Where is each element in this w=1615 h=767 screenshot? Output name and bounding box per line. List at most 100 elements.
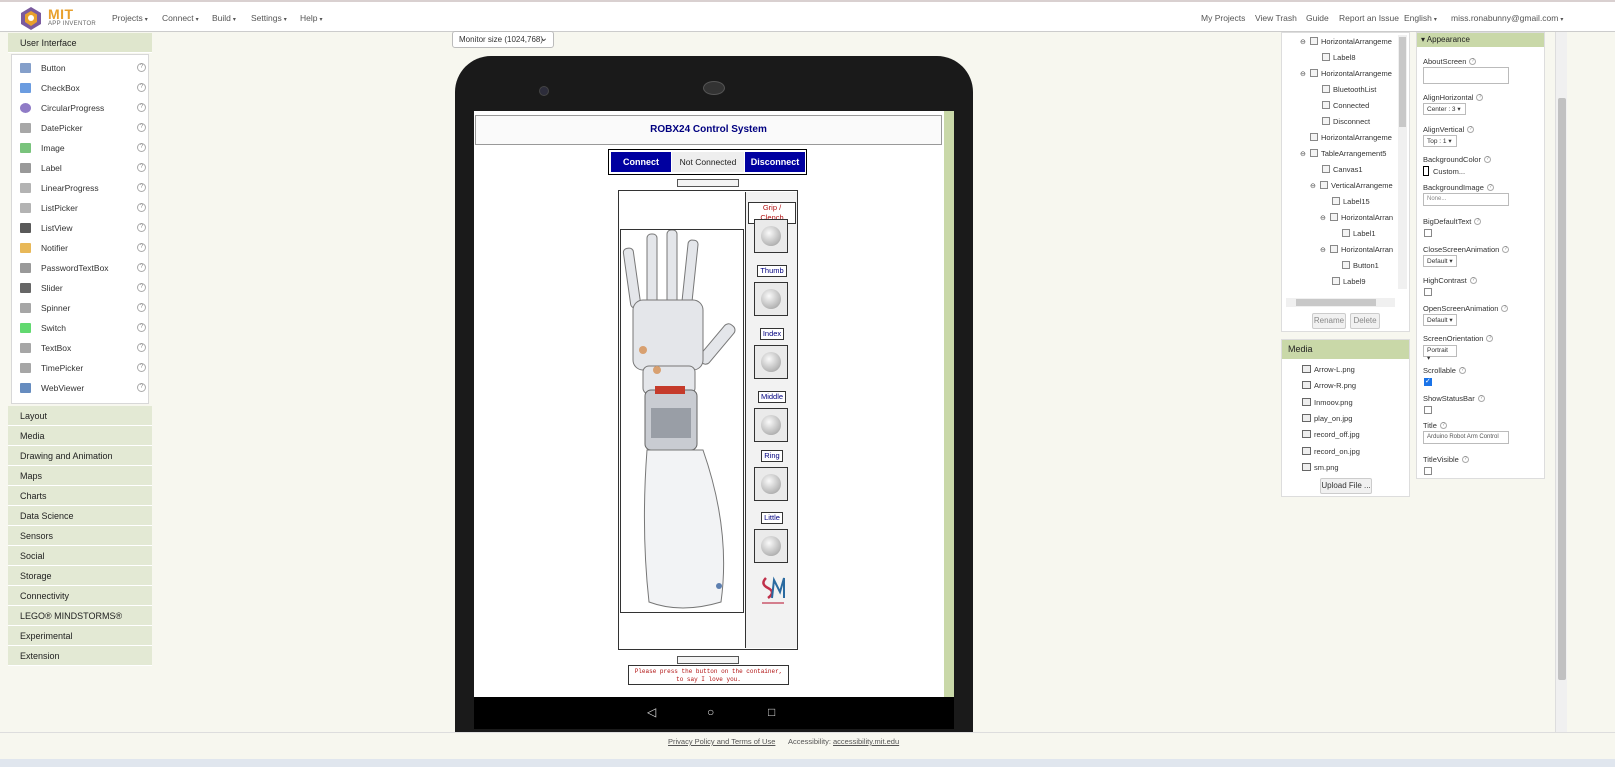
help-icon[interactable]: ? <box>137 203 146 212</box>
help-icon[interactable]: ? <box>137 163 146 172</box>
help-icon[interactable]: ? <box>137 143 146 152</box>
media-file[interactable]: sm.png <box>1302 462 1339 472</box>
upload-file-button[interactable]: Upload File ... <box>1320 478 1372 494</box>
link-guide[interactable]: Guide <box>1306 13 1329 23</box>
palette-item-linearprogress[interactable]: LinearProgress? <box>20 180 146 196</box>
category-maps[interactable]: Maps <box>8 466 152 486</box>
accessibility-link[interactable]: accessibility.mit.edu <box>833 737 899 746</box>
tree-node[interactable]: Canvas1 <box>1312 165 1363 177</box>
link-my-projects[interactable]: My Projects <box>1201 13 1245 23</box>
category-sensors[interactable]: Sensors <box>8 526 152 546</box>
title-input[interactable]: Arduino Robot Arm Control <box>1423 431 1509 444</box>
media-file[interactable]: Arrow-R.png <box>1302 381 1356 390</box>
palette-item-circularprogress[interactable]: CircularProgress? <box>20 100 146 116</box>
properties-section-appearance[interactable]: ▾ Appearance <box>1417 33 1544 47</box>
help-icon[interactable]: ? <box>137 263 146 272</box>
media-file[interactable]: play_on.jpg <box>1302 413 1352 423</box>
palette-item-button[interactable]: Button? <box>20 60 146 76</box>
tree-node[interactable]: Label9 <box>1322 277 1366 289</box>
help-icon[interactable]: ? <box>137 123 146 132</box>
tree-node[interactable]: ⊖ HorizontalArran <box>1320 213 1393 225</box>
category-data-science[interactable]: Data Science <box>8 506 152 526</box>
menu-language[interactable]: English ▾ <box>1404 13 1437 23</box>
show-status-bar-checkbox[interactable] <box>1424 406 1432 414</box>
finger-button-ring[interactable] <box>754 467 788 501</box>
home-icon[interactable]: ○ <box>707 705 714 719</box>
palette-item-webviewer[interactable]: WebViewer? <box>20 380 146 396</box>
page-scrollbar[interactable] <box>1555 32 1567 732</box>
help-icon[interactable]: ? <box>137 63 146 72</box>
big-default-text-checkbox[interactable] <box>1424 229 1432 237</box>
palette-item-slider[interactable]: Slider? <box>20 280 146 296</box>
help-icon[interactable]: ? <box>137 363 146 372</box>
tree-node[interactable]: ⊖ HorizontalArran <box>1320 245 1393 257</box>
high-contrast-checkbox[interactable] <box>1424 288 1432 296</box>
help-icon[interactable]: ? <box>137 323 146 332</box>
palette-item-datepicker[interactable]: DatePicker? <box>20 120 146 136</box>
palette-item-passwordtextbox[interactable]: PasswordTextBox? <box>20 260 146 276</box>
palette-item-label[interactable]: Label? <box>20 160 146 176</box>
connect-button[interactable]: Connect <box>611 152 671 172</box>
help-icon[interactable]: ? <box>137 383 146 392</box>
help-icon[interactable]: ? <box>137 223 146 232</box>
palette-item-switch[interactable]: Switch? <box>20 320 146 336</box>
about-screen-input[interactable] <box>1423 67 1509 84</box>
help-icon[interactable]: ? <box>137 83 146 92</box>
title-visible-checkbox[interactable] <box>1424 467 1432 475</box>
tree-horizontal-scrollbar[interactable] <box>1286 298 1395 307</box>
close-screen-animation-dropdown[interactable]: Default ▾ <box>1423 255 1457 267</box>
tree-node[interactable]: Button1 <box>1332 261 1379 273</box>
link-report-issue[interactable]: Report an Issue <box>1339 13 1399 23</box>
tree-vertical-scrollbar[interactable] <box>1398 35 1407 289</box>
menu-user[interactable]: miss.ronabunny@gmail.com ▾ <box>1451 13 1563 23</box>
tree-node[interactable]: Label15 <box>1322 197 1370 209</box>
palette-item-notifier[interactable]: Notifier? <box>20 240 146 256</box>
align-horizontal-dropdown[interactable]: Center : 3 ▾ <box>1423 103 1466 115</box>
disconnect-button[interactable]: Disconnect <box>745 152 805 172</box>
rename-button[interactable]: Rename <box>1312 313 1346 329</box>
tree-node[interactable]: HorizontalArrangeme <box>1300 133 1392 145</box>
scrollable-checkbox[interactable] <box>1424 377 1432 386</box>
media-file[interactable]: record_off.jpg <box>1302 430 1360 439</box>
palette-item-checkbox[interactable]: CheckBox? <box>20 80 146 96</box>
help-icon[interactable]: ? <box>137 243 146 252</box>
tree-node[interactable]: Connected <box>1312 101 1369 113</box>
menu-help[interactable]: Help ▾ <box>300 13 323 23</box>
link-view-trash[interactable]: View Trash <box>1255 13 1297 23</box>
menu-projects[interactable]: Projects ▾ <box>112 13 148 23</box>
background-image-input[interactable]: None... <box>1423 193 1509 206</box>
category-connectivity[interactable]: Connectivity <box>8 586 152 606</box>
tree-node[interactable]: BluetoothList <box>1312 85 1376 97</box>
align-vertical-dropdown[interactable]: Top : 1 ▾ <box>1423 135 1457 147</box>
background-color-picker[interactable]: Custom... <box>1423 166 1465 176</box>
help-icon[interactable]: ? <box>137 283 146 292</box>
app-inventor-logo[interactable]: MIT APP INVENTOR <box>18 5 98 31</box>
help-icon[interactable]: ? <box>137 103 146 112</box>
category-drawing-and-animation[interactable]: Drawing and Animation <box>8 446 152 466</box>
delete-button[interactable]: Delete <box>1350 313 1380 329</box>
palette-item-image[interactable]: Image? <box>20 140 146 156</box>
tree-node[interactable]: ⊖ VerticalArrangeme <box>1310 181 1393 193</box>
finger-button-index[interactable] <box>754 345 788 379</box>
monitor-size-select[interactable]: Monitor size (1024,768) ⌄ <box>452 31 554 48</box>
help-icon[interactable]: ? <box>137 183 146 192</box>
menu-build[interactable]: Build ▾ <box>212 13 236 23</box>
palette-item-textbox[interactable]: TextBox? <box>20 340 146 356</box>
palette-item-timepicker[interactable]: TimePicker? <box>20 360 146 376</box>
tree-node[interactable]: Disconnect <box>1312 117 1370 129</box>
tree-node[interactable]: ⊖ HorizontalArrangeme <box>1300 69 1392 81</box>
category-social[interactable]: Social <box>8 546 152 566</box>
finger-button-middle[interactable] <box>754 408 788 442</box>
category-layout[interactable]: Layout <box>8 406 152 426</box>
finger-button-thumb[interactable] <box>754 282 788 316</box>
tree-node[interactable]: Label8 <box>1312 53 1356 65</box>
palette-item-listview[interactable]: ListView? <box>20 220 146 236</box>
tree-node[interactable]: ⊖ TableArrangement5 <box>1300 149 1386 161</box>
tree-node[interactable]: ⊖ HorizontalArrangeme <box>1300 37 1392 49</box>
media-file[interactable]: Arrow-L.png <box>1302 365 1355 374</box>
help-icon[interactable]: ? <box>137 303 146 312</box>
screen-orientation-dropdown[interactable]: Portrait ▾ <box>1423 345 1457 362</box>
tree-node[interactable]: Label1 <box>1332 229 1376 241</box>
menu-connect[interactable]: Connect ▾ <box>162 13 199 23</box>
menu-settings[interactable]: Settings ▾ <box>251 13 287 23</box>
